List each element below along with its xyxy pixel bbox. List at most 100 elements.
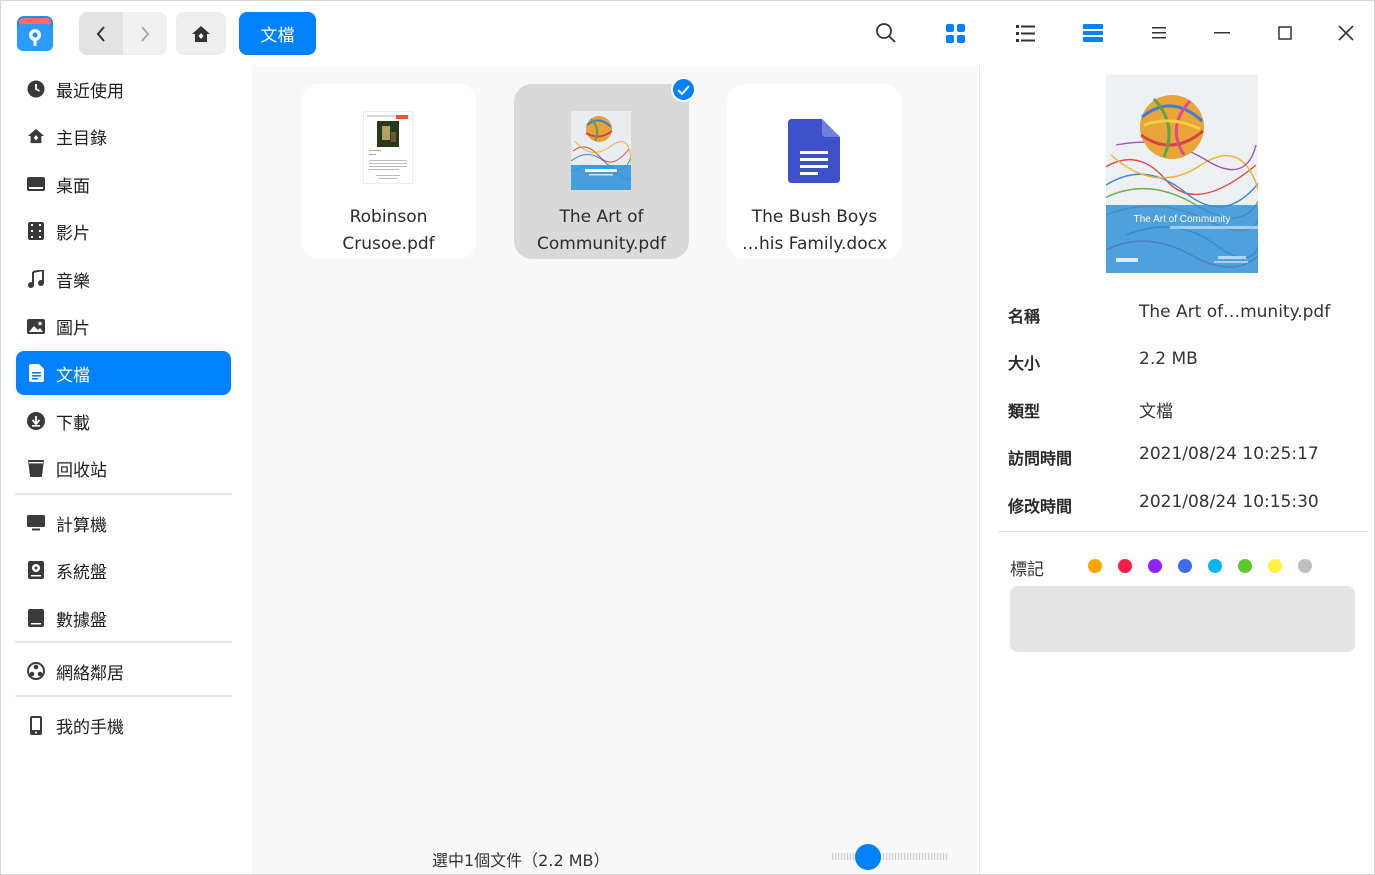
sidebar-item-label: 文檔: [56, 365, 90, 386]
status-bar-text: 選中1個文件（2.2 MB）: [432, 851, 610, 870]
prop-value-type: 文檔: [1139, 402, 1173, 422]
sidebar-item-documents[interactable]: 文檔: [16, 351, 231, 395]
sidebar-item-label: 最近使用: [56, 81, 124, 102]
menu-icon[interactable]: [1143, 17, 1175, 49]
file-name: The Bush Boys …his Family.docx: [741, 207, 888, 254]
pdf-thumbnail: [363, 111, 413, 184]
detail-view-icon[interactable]: [1077, 17, 1109, 49]
docx-file-icon: [788, 119, 840, 183]
search-icon[interactable]: [870, 17, 902, 49]
close-icon[interactable]: [1330, 17, 1362, 49]
breadcrumb-documents[interactable]: 文檔: [239, 12, 316, 55]
prop-value-size: 2.2 MB: [1139, 349, 1198, 369]
video-icon: [25, 220, 47, 242]
detail-divider: [998, 531, 1368, 532]
sidebar-item-label: 音樂: [56, 271, 90, 292]
back-button[interactable]: [79, 12, 123, 55]
minimize-icon[interactable]: [1206, 17, 1238, 49]
sidebar-item-phone[interactable]: 我的手機: [16, 703, 231, 747]
title-bar: 文檔: [1, 1, 1374, 65]
zoom-slider-handle[interactable]: [855, 844, 881, 870]
trash-icon: [25, 457, 47, 479]
sidebar-item-label: 計算機: [56, 515, 107, 536]
selected-check-icon: [671, 77, 696, 102]
icon-view-icon[interactable]: [939, 17, 971, 49]
sidebar-item-network[interactable]: 網絡鄰居: [16, 649, 231, 693]
sidebar-item-label: 桌面: [56, 176, 90, 197]
file-item[interactable]: The Bush Boys …his Family.docx: [727, 84, 902, 259]
sidebar-item-music[interactable]: 音樂: [16, 257, 231, 301]
prop-value-accessed: 2021/08/24 10:25:17: [1139, 444, 1319, 464]
sidebar-item-data-disk[interactable]: 數據盤: [16, 596, 231, 640]
download-icon: [25, 410, 47, 432]
desktop-icon: [25, 173, 47, 195]
navigation-buttons: [79, 12, 167, 55]
file-item[interactable]: Robinson Crusoe.pdf: [301, 84, 476, 259]
prop-label-size: 大小: [1008, 354, 1041, 373]
music-icon: [25, 268, 47, 290]
sidebar-item-label: 我的手機: [56, 717, 124, 738]
tag-color-cyan-button[interactable]: [1208, 559, 1222, 573]
list-view-icon[interactable]: [1009, 17, 1041, 49]
tag-color-green-button[interactable]: [1238, 559, 1252, 573]
zoom-slider[interactable]: [832, 841, 948, 873]
maximize-icon[interactable]: [1269, 17, 1301, 49]
home-button[interactable]: [176, 12, 226, 55]
tag-input-field[interactable]: [1010, 586, 1355, 652]
app-logo-icon[interactable]: [16, 13, 54, 53]
tag-color-orange-button[interactable]: [1088, 559, 1102, 573]
tag-label: 標記: [1010, 560, 1044, 580]
sidebar-item-trash[interactable]: 回收站: [16, 446, 231, 490]
sidebar-item-system-disk[interactable]: 系統盤: [16, 548, 231, 592]
prop-value-modified: 2021/08/24 10:15:30: [1139, 492, 1319, 512]
preview-title: The Art of Community: [1134, 214, 1231, 225]
tag-color-red-button[interactable]: [1118, 559, 1132, 573]
file-preview-image: The Art of Community: [1100, 75, 1262, 273]
sidebar-item-label: 網絡鄰居: [56, 663, 124, 684]
sidebar-item-label: 主目錄: [56, 128, 107, 149]
file-name: The Art of Community.pdf: [537, 207, 666, 254]
prop-label-modified: 修改時間: [1008, 497, 1073, 516]
document-icon: [25, 362, 47, 384]
sidebar-item-desktop[interactable]: 桌面: [16, 162, 231, 206]
file-name: Robinson Crusoe.pdf: [342, 207, 435, 254]
sidebar-divider: [15, 695, 232, 697]
sidebar-item-label: 圖片: [56, 318, 90, 339]
data-disk-icon: [25, 607, 47, 629]
sidebar-divider: [15, 641, 232, 643]
home-icon: [25, 125, 47, 147]
sidebar-item-label: 數據盤: [56, 610, 107, 631]
detail-panel: The Art of Community 名稱 The Art of…munit…: [979, 65, 1374, 874]
sidebar-item-label: 影片: [56, 223, 90, 244]
pdf-thumbnail: [571, 111, 631, 190]
forward-button[interactable]: [123, 12, 167, 55]
clock-icon: [25, 78, 47, 100]
picture-icon: [25, 315, 47, 337]
sidebar-item-videos[interactable]: 影片: [16, 209, 231, 253]
prop-label-name: 名稱: [1008, 307, 1041, 326]
network-icon: [25, 660, 47, 682]
tag-color-purple-button[interactable]: [1148, 559, 1162, 573]
sidebar-divider: [15, 493, 232, 495]
prop-value-name: The Art of…munity.pdf: [1139, 302, 1331, 322]
file-view: Robinson Crusoe.pdf The Art of Community…: [252, 65, 978, 874]
phone-icon: [25, 714, 47, 736]
sidebar-item-downloads[interactable]: 下載: [16, 399, 231, 443]
tag-color-yellow-button[interactable]: [1268, 559, 1282, 573]
sidebar-item-label: 系統盤: [56, 562, 107, 583]
sidebar-item-label: 回收站: [56, 460, 107, 481]
sidebar-item-home[interactable]: 主目錄: [16, 114, 231, 158]
file-manager-window: 文檔 最近使用 主目錄 桌面 影片 音樂 圖片 文檔 下載 回收站 計算機 系統…: [0, 0, 1375, 875]
prop-label-accessed: 訪問時間: [1008, 449, 1073, 468]
computer-icon: [25, 512, 47, 534]
sidebar-item-recent[interactable]: 最近使用: [16, 67, 231, 111]
sidebar-item-computer[interactable]: 計算機: [16, 501, 231, 545]
tag-color-gray-button[interactable]: [1298, 559, 1312, 573]
tag-color-blue-button[interactable]: [1178, 559, 1192, 573]
file-item-selected[interactable]: The Art of Community.pdf: [514, 77, 696, 259]
sidebar-item-pictures[interactable]: 圖片: [16, 304, 231, 348]
system-disk-icon: [25, 559, 47, 581]
prop-label-type: 類型: [1008, 402, 1041, 421]
sidebar: 最近使用 主目錄 桌面 影片 音樂 圖片 文檔 下載 回收站 計算機 系統盤 數…: [1, 65, 252, 874]
home-icon: [192, 25, 210, 42]
